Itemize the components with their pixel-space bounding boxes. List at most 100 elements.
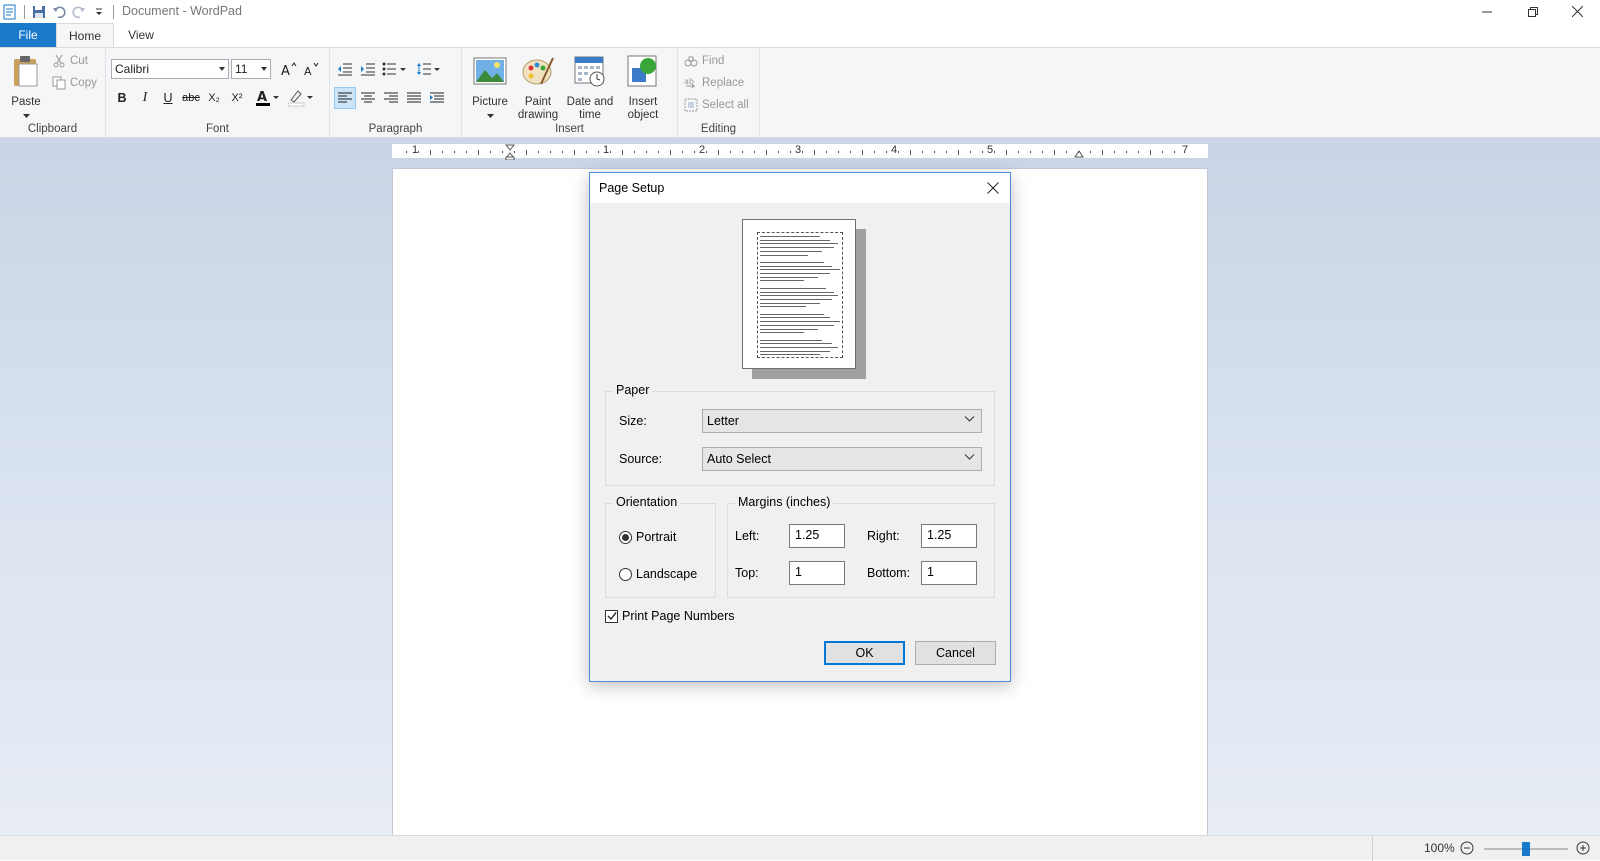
paste-button[interactable]: Paste bbox=[8, 54, 44, 122]
horizontal-ruler[interactable]: 1 1 2 3 4 5 7 bbox=[392, 144, 1208, 160]
ruler-tick bbox=[1138, 151, 1139, 153]
undo-icon[interactable] bbox=[49, 2, 69, 22]
strikethrough-button[interactable]: abc bbox=[180, 87, 202, 109]
ruler-number: 1 bbox=[603, 144, 610, 156]
copy-button[interactable]: Copy bbox=[52, 76, 97, 90]
zoom-out-button[interactable] bbox=[1460, 841, 1474, 858]
align-center-button[interactable] bbox=[357, 87, 379, 109]
minimize-button[interactable] bbox=[1464, 0, 1510, 23]
left-margin-input[interactable]: 1.25 bbox=[789, 524, 845, 548]
insert-object-button[interactable]: Insert object bbox=[618, 54, 668, 122]
decrease-indent-icon bbox=[338, 63, 352, 76]
tab-file[interactable]: File bbox=[0, 23, 56, 47]
zoom-slider[interactable] bbox=[1484, 842, 1568, 856]
paint-drawing-button[interactable]: Paint drawing bbox=[514, 54, 562, 122]
subscript-button[interactable]: X₂ bbox=[203, 87, 225, 109]
dialog-close-button[interactable] bbox=[976, 173, 1010, 203]
font-family-value: Calibri bbox=[115, 62, 150, 76]
customize-qat-icon[interactable] bbox=[89, 2, 109, 22]
print-page-numbers-checkbox[interactable]: Print Page Numbers bbox=[605, 609, 735, 623]
replace-button[interactable]: ab Replace bbox=[684, 76, 744, 90]
ruler-tick bbox=[790, 151, 791, 153]
ruler-number: 1 bbox=[412, 144, 419, 156]
zoom-level: 100% bbox=[1424, 841, 1455, 855]
find-button[interactable]: Find bbox=[684, 54, 724, 68]
right-indent-marker[interactable] bbox=[1074, 148, 1084, 158]
grow-font-button[interactable]: A bbox=[278, 58, 300, 80]
wordpad-app-icon[interactable] bbox=[0, 2, 20, 22]
increase-indent-button[interactable] bbox=[357, 58, 379, 80]
date-time-label-2: time bbox=[579, 109, 601, 121]
bottom-margin-input[interactable]: 1 bbox=[921, 561, 977, 585]
ruler-tick bbox=[646, 151, 647, 153]
ruler-tick bbox=[934, 151, 935, 153]
ruler-tick bbox=[802, 151, 803, 153]
svg-text:A: A bbox=[304, 65, 312, 76]
italic-button[interactable]: I bbox=[134, 87, 156, 109]
paper-source-select[interactable]: Auto Select bbox=[702, 447, 982, 471]
cancel-button[interactable]: Cancel bbox=[915, 641, 996, 665]
paper-size-value: Letter bbox=[707, 414, 739, 428]
ruler-tick bbox=[1102, 150, 1103, 155]
font-family-combo[interactable]: Calibri bbox=[111, 59, 229, 79]
align-right-button[interactable] bbox=[380, 87, 402, 109]
qat-separator bbox=[113, 4, 114, 19]
ruler-tick bbox=[838, 151, 839, 153]
paragraph-settings-button[interactable] bbox=[426, 87, 448, 109]
ruler-tick bbox=[946, 151, 947, 153]
bullets-button[interactable] bbox=[380, 58, 410, 80]
decrease-indent-button[interactable] bbox=[334, 58, 356, 80]
ruler-tick bbox=[1078, 151, 1079, 153]
date-time-button[interactable]: Date and time bbox=[562, 54, 618, 122]
select-all-button[interactable]: Select all bbox=[684, 98, 749, 112]
portrait-radio[interactable]: Portrait bbox=[619, 530, 676, 544]
landscape-radio-button[interactable] bbox=[619, 567, 632, 581]
highlighter-icon bbox=[288, 90, 313, 107]
tab-home[interactable]: Home bbox=[56, 23, 114, 47]
paper-size-select[interactable]: Letter bbox=[702, 409, 982, 433]
text-color-button[interactable]: A bbox=[254, 87, 282, 109]
paint-drawing-label-2: drawing bbox=[517, 109, 559, 121]
print-page-numbers-box[interactable] bbox=[605, 609, 618, 623]
preview-text-line bbox=[760, 328, 818, 330]
preview-text-line bbox=[760, 343, 832, 345]
highlight-color-button[interactable] bbox=[286, 87, 316, 109]
line-spacing-button[interactable] bbox=[414, 58, 444, 80]
select-all-icon bbox=[684, 98, 698, 112]
restore-button[interactable] bbox=[1510, 0, 1556, 23]
picture-button[interactable]: Picture bbox=[466, 54, 514, 122]
ruler-number: 4 bbox=[891, 144, 898, 156]
preview-text-line bbox=[760, 250, 822, 252]
underline-button[interactable]: U bbox=[157, 87, 179, 109]
landscape-label: Landscape bbox=[636, 567, 698, 581]
bold-button[interactable]: B bbox=[111, 87, 133, 109]
landscape-radio[interactable]: Landscape bbox=[619, 567, 697, 581]
ok-button[interactable]: OK bbox=[824, 641, 905, 665]
line-spacing-icon bbox=[417, 63, 440, 75]
superscript-button[interactable]: X² bbox=[226, 87, 248, 109]
portrait-radio-button[interactable] bbox=[619, 530, 632, 544]
bullet-list-icon bbox=[382, 62, 406, 76]
align-left-button[interactable] bbox=[334, 87, 356, 109]
font-size-combo[interactable]: 11 bbox=[231, 59, 271, 79]
top-margin-input[interactable]: 1 bbox=[789, 561, 845, 585]
picture-dropdown-icon bbox=[486, 114, 494, 118]
shrink-font-button[interactable]: A bbox=[300, 58, 322, 80]
right-margin-input[interactable]: 1.25 bbox=[921, 524, 977, 548]
tab-view[interactable]: View bbox=[114, 23, 168, 47]
save-icon[interactable] bbox=[29, 2, 49, 22]
preview-text-line bbox=[760, 254, 808, 256]
ruler-tick bbox=[418, 151, 419, 153]
ruler-tick bbox=[478, 150, 479, 155]
close-button[interactable] bbox=[1554, 0, 1600, 23]
zoom-slider-thumb[interactable] bbox=[1522, 842, 1530, 856]
ruler-tick bbox=[502, 151, 503, 153]
redo-icon[interactable] bbox=[69, 2, 89, 22]
ruler-tick bbox=[718, 150, 719, 155]
justify-button[interactable] bbox=[403, 87, 425, 109]
quick-access-toolbar bbox=[0, 0, 118, 23]
zoom-in-button[interactable] bbox=[1576, 841, 1590, 858]
ruler-tick bbox=[826, 151, 827, 153]
cut-button[interactable]: Cut bbox=[52, 54, 88, 68]
paper-source-value: Auto Select bbox=[707, 452, 771, 466]
